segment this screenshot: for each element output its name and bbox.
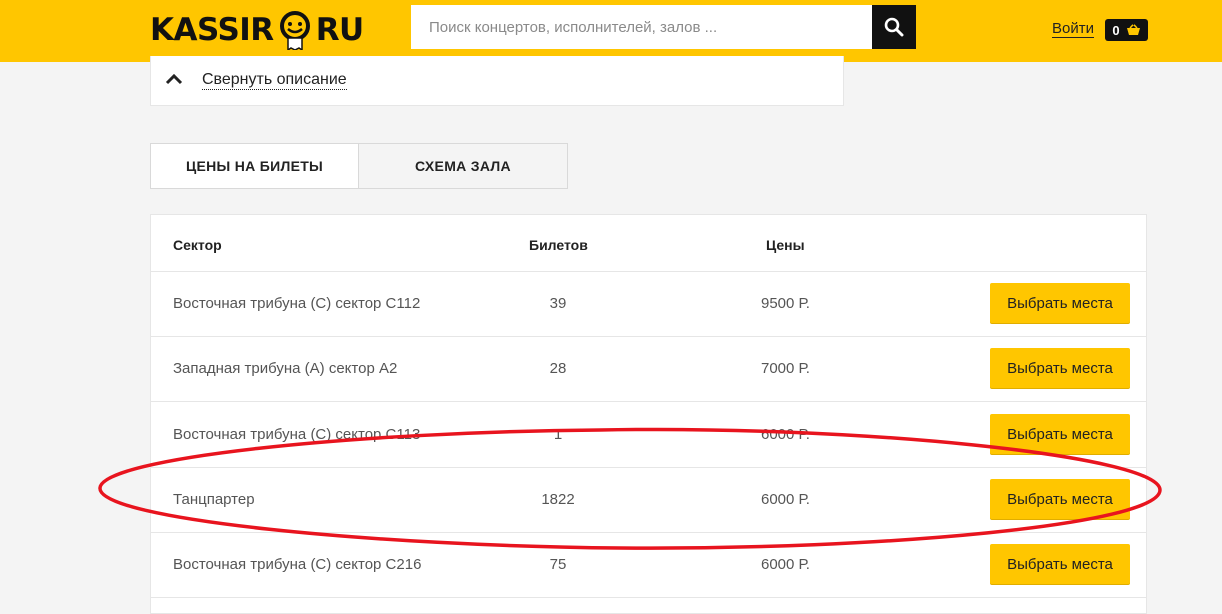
row-price: 9500 Р. [761,295,810,312]
login-link[interactable]: Войти [1052,20,1094,38]
cart-count: 0 [1112,22,1120,38]
tab-hall-scheme[interactable]: СХЕМА ЗАЛА [359,143,568,189]
row-price: 7000 Р. [761,360,810,377]
row-count: 39 [549,295,567,312]
row-sector: Восточная трибуна (С) сектор С113 [173,426,421,443]
column-header-price: Цены [766,237,805,253]
column-header-count: Билетов [529,237,588,253]
row-sector: Восточная трибуна (С) сектор С216 [173,556,422,573]
logo-text-left: KASSIR [150,12,274,48]
row-price: 6000 Р. [761,556,810,573]
select-seats-button[interactable]: Выбрать места [990,544,1130,584]
select-seats-button[interactable]: Выбрать места [990,348,1130,388]
row-sector: Восточная трибуна (С) сектор С112 [173,295,421,312]
tabs: ЦЕНЫ НА БИЛЕТЫ СХЕМА ЗАЛА [150,143,568,189]
table-row: Танцпартер 1822 6000 Р. Выбрать места [151,467,1146,533]
table-header: Сектор Билетов Цены [151,215,1146,272]
row-sector: Танцпартер [173,491,255,508]
search-input[interactable] [411,5,872,49]
select-seats-button[interactable]: Выбрать места [990,414,1130,454]
collapse-description-link[interactable]: Свернуть описание [202,71,347,90]
select-seats-button[interactable]: Выбрать места [990,283,1130,323]
row-price: 6000 Р. [761,491,810,508]
basket-icon [1126,24,1140,35]
row-sector: Западная трибуна (А) сектор А2 [173,360,398,377]
description-panel: Свернуть описание [150,56,844,106]
chevron-up-icon[interactable] [165,73,183,85]
row-count: 75 [549,556,567,573]
logo-text-right: RU [315,12,365,48]
row-count: 1 [553,426,563,443]
prices-table: Сектор Билетов Цены Восточная трибуна (С… [150,214,1147,614]
search-icon [884,17,904,37]
table-row: Западная трибуна (А) сектор А2 28 7000 Р… [151,336,1146,402]
mascot-logo-icon [279,11,310,50]
search-button[interactable] [872,5,916,49]
table-row: Восточная трибуна (С) сектор С216 75 600… [151,532,1146,598]
row-count: 28 [549,360,567,377]
row-count: 1822 [541,491,575,508]
site-logo[interactable]: KASSIR RU [150,10,364,50]
row-price: 6000 Р. [761,426,810,443]
table-row: Восточная трибуна (С) сектор С113 1 6000… [151,402,1146,468]
table-row: Восточная трибуна (С) сектор С112 39 950… [151,271,1146,337]
tab-prices[interactable]: ЦЕНЫ НА БИЛЕТЫ [150,143,359,189]
site-header: KASSIR RU Войти 0 [0,0,1222,62]
select-seats-button[interactable]: Выбрать места [990,479,1130,519]
cart-button[interactable]: 0 [1105,19,1148,41]
column-header-sector: Сектор [173,237,222,253]
